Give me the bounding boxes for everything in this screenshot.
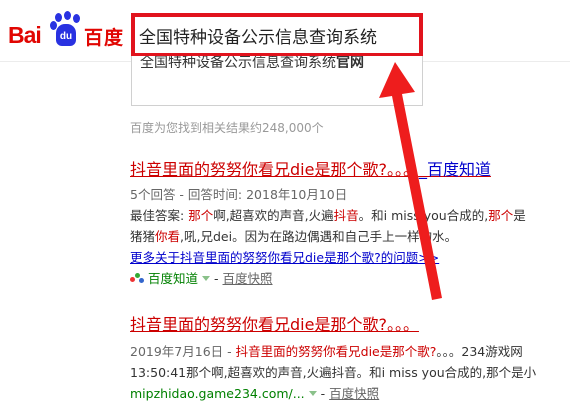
paw-text: du [56,24,76,46]
result-source[interactable]: 百度知道 [148,271,198,286]
search-result: 抖音里面的努努你看兄die是那个歌?。。。 2019年7月16日 - 抖音里面的… [130,311,570,404]
zhidao-icon [130,273,144,285]
snapshot-link[interactable]: 百度快照 [329,386,379,401]
result-snippet: 2019年7月16日 - 抖音里面的努努你看兄die是那个歌?。。。234游戏网 [130,344,523,359]
result-snippet: 最佳答案: 那个啊,超喜欢的声音,火遍抖音。和i miss you合成的,那个是 [130,208,526,223]
result-snippet-line2: 猪猪你看,吼,兄dei。因为在路边偶遇和自己手上一样的水。 [130,229,458,244]
dropdown-caret-icon[interactable] [308,391,317,396]
result-source-row: 百度知道 - 百度快照 [130,268,570,289]
search-result: 抖音里面的努努你看兄die是那个歌?。。。_百度知道 5个回答 - 回答时间: … [130,156,570,289]
result-source-row: mipzhidao.game234.com/... - 百度快照 [130,386,380,401]
result-count: 百度为您找到相关结果约248,000个 [130,121,324,135]
more-questions-link[interactable]: 更多关于抖音里面的努努你看兄die是那个歌?的问题>> [130,247,570,268]
result-source[interactable]: mipzhidao.game234.com/... [130,386,305,401]
suggestion-item[interactable]: 全国特种设备公示信息查询系统官网 [140,56,420,68]
result-title-link[interactable]: 抖音里面的努努你看兄die是那个歌?。。。 [130,311,570,335]
logo-chinese: 百度 [84,27,125,49]
snapshot-link[interactable]: 百度快照 [223,271,273,286]
baidu-logo[interactable]: Bai du 百度 [8,11,126,53]
paw-icon: du [50,11,80,47]
result-meta: 5个回答 - 回答时间: 2018年10月10日 [130,187,348,202]
result-title-link[interactable]: 抖音里面的努努你看兄die是那个歌?。。。_百度知道 [130,156,570,180]
search-box[interactable] [131,13,423,57]
result-snippet-line2: 13:50:41那个啊,超喜欢的声音,火遍抖音。和i miss you合成的,那… [130,365,537,380]
header: Bai du 百度 [0,0,570,62]
search-input[interactable] [139,21,415,49]
logo-latin: Bai [8,22,42,48]
dropdown-caret-icon[interactable] [202,276,211,281]
suggestion-dropdown: 全国特种设备公示信息查询系统官网 [131,56,423,106]
